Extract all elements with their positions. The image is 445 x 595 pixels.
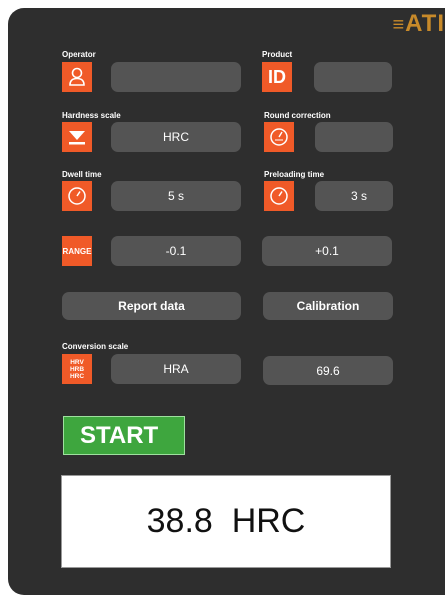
conversion-line-2: HRB (69, 365, 85, 373)
clock-icon (68, 187, 86, 205)
report-data-button[interactable]: Report data (62, 292, 241, 320)
hardness-scale-field[interactable]: HRC (111, 122, 241, 152)
preloading-time-icon[interactable] (264, 181, 294, 211)
conversion-scale-icon[interactable]: HRV HRB HRC (62, 354, 92, 384)
conversion-line-1: HRV (70, 358, 84, 366)
round-correction-label: Round correction (264, 111, 331, 120)
calibration-button[interactable]: Calibration (263, 292, 393, 320)
logo-text: ATI (405, 10, 445, 37)
hardness-scale-icon[interactable] (62, 122, 92, 152)
round-correction-icon[interactable] (264, 122, 294, 152)
round-correction-field[interactable] (315, 122, 393, 152)
product-id-icon[interactable]: ID (262, 62, 292, 92)
user-icon (69, 67, 85, 86)
preloading-time-field[interactable]: 3 s (315, 181, 393, 211)
start-button[interactable]: START (63, 416, 185, 455)
preloading-time-label: Preloading time (264, 170, 325, 179)
dwell-time-field[interactable]: 5 s (111, 181, 241, 211)
hardness-scale-label: Hardness scale (62, 111, 121, 120)
range-high-field[interactable]: +0.1 (262, 236, 392, 266)
round-gauge-icon (270, 128, 288, 146)
conversion-line-3: HRC (69, 372, 85, 380)
conversion-scale-label: Conversion scale (62, 342, 129, 351)
result-display: 38.8 HRC (61, 475, 391, 568)
brand-logo: ≡ATI (392, 10, 445, 38)
converted-value-field: 69.6 (263, 356, 393, 385)
operator-label: Operator (62, 50, 96, 59)
operator-field[interactable] (111, 62, 241, 92)
product-field[interactable] (314, 62, 392, 92)
range-low-field[interactable]: -0.1 (111, 236, 241, 266)
logo-mark-icon: ≡ (392, 14, 406, 36)
dwell-time-icon[interactable] (62, 181, 92, 211)
product-label: Product (262, 50, 293, 59)
range-icon[interactable]: RANGE (62, 236, 92, 266)
dwell-time-label: Dwell time (62, 170, 102, 179)
clock-icon (270, 187, 288, 205)
indenter-icon (69, 131, 85, 145)
operator-icon[interactable] (62, 62, 92, 92)
conversion-scale-field[interactable]: HRA (111, 354, 241, 384)
